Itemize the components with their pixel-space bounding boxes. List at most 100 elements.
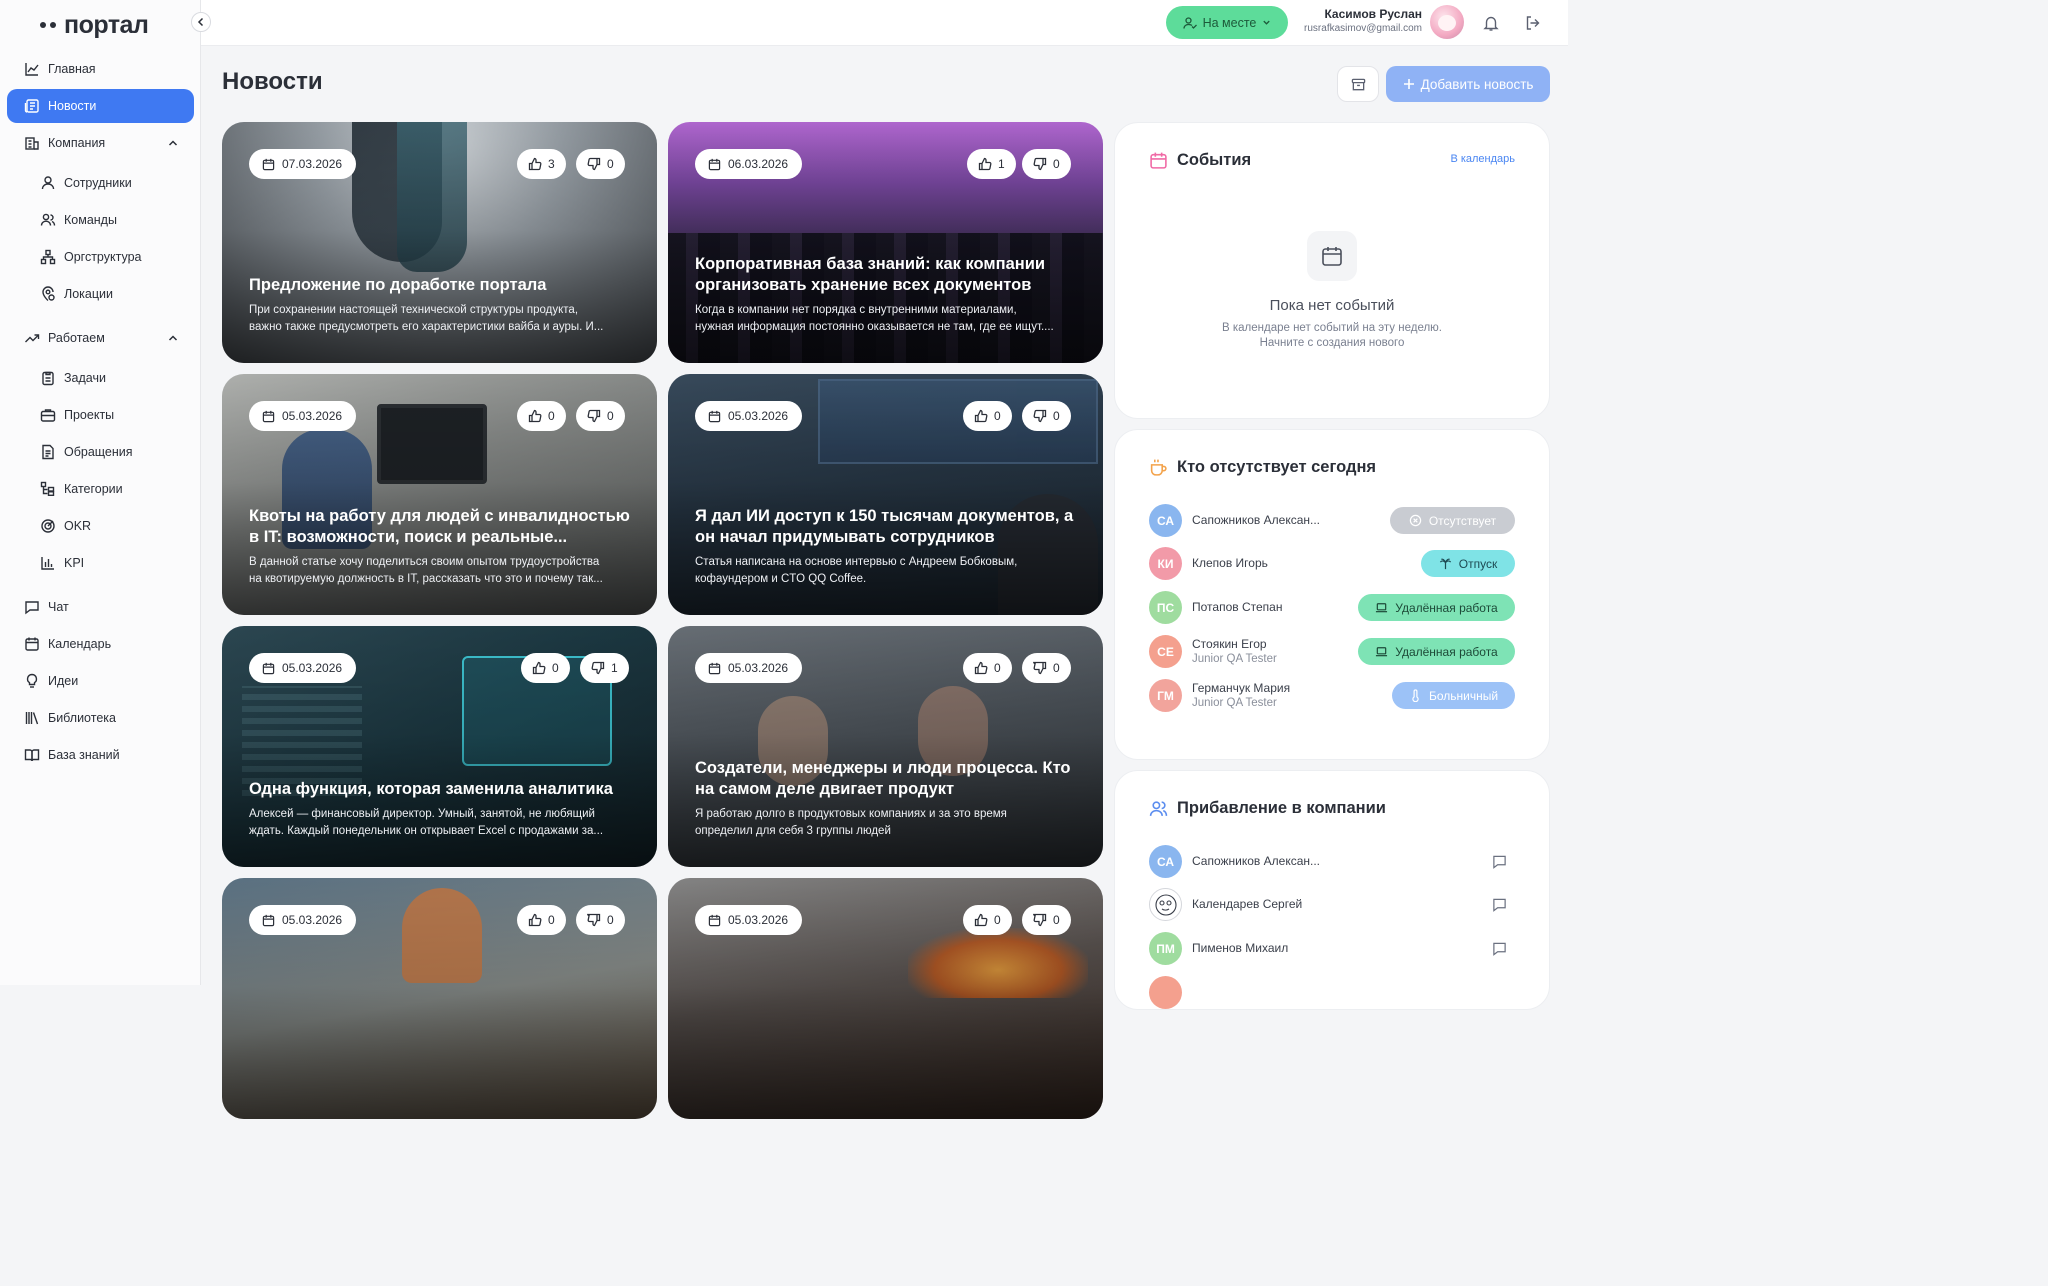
absent-panel: Кто отсутствует сегодня СА Сапожников Ал… bbox=[1114, 429, 1550, 760]
empty-calendar-icon bbox=[1307, 231, 1357, 281]
news-card[interactable]: 05.03.2026 0 0 Я дал ИИ доступ к 150 тыс… bbox=[668, 374, 1103, 615]
chevron-up-icon[interactable] bbox=[166, 331, 180, 345]
user-avatar[interactable] bbox=[1430, 5, 1464, 39]
archive-button[interactable] bbox=[1337, 66, 1379, 102]
presence-status-dropdown[interactable]: На месте bbox=[1166, 6, 1288, 39]
calendar-icon bbox=[262, 410, 275, 422]
absent-person-row[interactable]: ПС Потапов Степан Удалённая работа bbox=[1149, 591, 1515, 625]
dislike-button[interactable]: 0 bbox=[576, 401, 625, 431]
news-title: Квоты на работу для людей с инвалидность… bbox=[249, 507, 630, 546]
like-button[interactable]: 3 bbox=[517, 149, 566, 179]
collapse-sidebar-button[interactable] bbox=[191, 12, 211, 32]
plus-icon bbox=[1403, 79, 1414, 89]
sidebar-item-news[interactable]: Новости bbox=[7, 89, 194, 123]
sidebar-item-knowledge-base[interactable]: База знаний bbox=[24, 738, 194, 772]
dislike-button[interactable]: 0 bbox=[576, 905, 625, 935]
dislike-button[interactable]: 0 bbox=[576, 149, 625, 179]
news-desc: В данной статье хочу поделиться своим оп… bbox=[249, 556, 600, 568]
dislike-button[interactable]: 0 bbox=[1022, 401, 1071, 431]
chevron-up-icon[interactable] bbox=[166, 136, 180, 150]
news-card[interactable]: 05.03.2026 0 1 Одна функция, которая зам… bbox=[222, 626, 657, 867]
message-icon[interactable] bbox=[1492, 854, 1507, 869]
sidebar-item-label: Сотрудники bbox=[64, 176, 132, 190]
thumbs-down-icon bbox=[1033, 157, 1047, 171]
building-icon bbox=[25, 137, 39, 150]
logo-text: портал bbox=[64, 10, 149, 39]
sidebar-item-work[interactable]: Работаем bbox=[24, 321, 194, 355]
document-icon bbox=[42, 444, 54, 460]
newcomer-row[interactable]: ПМ Пименов Михаил bbox=[1149, 932, 1515, 966]
dislike-button[interactable]: 0 bbox=[1022, 905, 1071, 935]
news-date: 05.03.2026 bbox=[695, 653, 803, 683]
newcomers-panel: Прибавление в компании СА Сапожников Але… bbox=[1114, 770, 1550, 1010]
avatar: ПС bbox=[1149, 591, 1182, 624]
like-button[interactable]: 0 bbox=[963, 401, 1012, 431]
absent-person-row[interactable]: СА Сапожников Алексан... Отсутствует bbox=[1149, 504, 1515, 538]
sidebar-item-locations[interactable]: Локации bbox=[40, 277, 194, 311]
category-tree-icon bbox=[40, 481, 55, 497]
newcomer-row[interactable]: Календарев Сергей bbox=[1149, 888, 1515, 922]
message-icon[interactable] bbox=[1492, 897, 1507, 912]
like-button[interactable]: 0 bbox=[517, 401, 566, 431]
sidebar-item-projects[interactable]: Проекты bbox=[40, 398, 194, 432]
dislike-button[interactable]: 1 bbox=[580, 653, 629, 683]
news-card[interactable]: 07.03.2026 3 0 Предложение по доработке … bbox=[222, 122, 657, 363]
news-card[interactable]: 05.03.2026 0 0 bbox=[222, 878, 657, 1119]
news-card[interactable]: 06.03.2026 1 0 Корпоративная база знаний… bbox=[668, 122, 1103, 363]
status-badge: Удалённая работа bbox=[1358, 594, 1515, 621]
sidebar-item-calendar[interactable]: Календарь bbox=[24, 627, 194, 661]
logout-icon[interactable] bbox=[1524, 14, 1542, 32]
bell-icon[interactable] bbox=[1482, 14, 1500, 32]
open-calendar-link[interactable]: В календарь bbox=[1450, 153, 1515, 165]
sidebar-item-label: Работаем bbox=[48, 331, 105, 345]
news-desc: При сохранении настоящей технической стр… bbox=[249, 304, 579, 316]
news-card[interactable]: 05.03.2026 0 0 bbox=[668, 878, 1103, 1119]
sidebar-item-categories[interactable]: Категории bbox=[40, 472, 194, 506]
thumbs-up-icon bbox=[974, 661, 988, 675]
sidebar-item-okr[interactable]: OKR bbox=[40, 509, 194, 543]
sidebar-item-kpi[interactable]: KPI bbox=[40, 546, 194, 580]
absent-person-row[interactable]: КИ Клепов Игорь Отпуск bbox=[1149, 547, 1515, 581]
sidebar-item-label: OKR bbox=[64, 519, 92, 533]
add-news-button[interactable]: Добавить новость bbox=[1386, 66, 1550, 102]
sidebar-item-home[interactable]: Главная bbox=[24, 52, 194, 86]
user-name: Касимов Руслан bbox=[1324, 7, 1422, 21]
sidebar-item-orgchart[interactable]: Оргструктура bbox=[40, 240, 194, 274]
news-desc: Я работаю долго в продуктовых компаниях … bbox=[695, 808, 1007, 820]
dislike-button[interactable]: 0 bbox=[1022, 653, 1071, 683]
absent-person-row[interactable]: ГМ Германчук Мария Junior QA Tester Боль… bbox=[1149, 679, 1515, 713]
news-date-text: 05.03.2026 bbox=[282, 409, 343, 423]
news-card[interactable]: 05.03.2026 0 0 Создатели, менеджеры и лю… bbox=[668, 626, 1103, 867]
dislike-button[interactable]: 0 bbox=[1022, 149, 1071, 179]
sidebar-item-library[interactable]: Библиотека bbox=[24, 701, 194, 735]
user-info[interactable]: Касимов Руслан rusrafkasimov@gmail.com bbox=[1304, 7, 1422, 34]
sidebar-item-chat[interactable]: Чат bbox=[24, 590, 194, 624]
sidebar-item-ideas[interactable]: Идеи bbox=[24, 664, 194, 698]
like-button[interactable]: 0 bbox=[517, 905, 566, 935]
message-icon[interactable] bbox=[1492, 941, 1507, 956]
x-circle-icon bbox=[1409, 514, 1422, 527]
like-button[interactable]: 0 bbox=[963, 653, 1012, 683]
sidebar-item-tasks[interactable]: Задачи bbox=[40, 361, 194, 395]
status-badge-label: Удалённая работа bbox=[1395, 600, 1498, 615]
like-button[interactable]: 0 bbox=[963, 905, 1012, 935]
calendar-icon bbox=[708, 158, 721, 170]
calendar-icon bbox=[25, 637, 39, 651]
laptop-icon bbox=[1376, 647, 1388, 657]
sidebar-item-label: Библиотека bbox=[48, 711, 116, 725]
person-name: Клепов Игорь bbox=[1192, 556, 1268, 570]
logo[interactable]: портал bbox=[40, 10, 149, 40]
like-button[interactable]: 0 bbox=[521, 653, 570, 683]
sidebar-item-requests[interactable]: Обращения bbox=[40, 435, 194, 469]
events-empty-line: В календаре нет событий на эту неделю. bbox=[1221, 322, 1442, 334]
news-desc: важно также предусмотреть его характерис… bbox=[249, 321, 604, 333]
sidebar-item-employees[interactable]: Сотрудники bbox=[40, 166, 194, 200]
like-button[interactable]: 1 bbox=[967, 149, 1016, 179]
sidebar-item-company[interactable]: Компания bbox=[24, 126, 194, 160]
coffee-cup-icon bbox=[1150, 459, 1167, 476]
sidebar-item-teams[interactable]: Команды bbox=[40, 203, 194, 237]
newcomer-row[interactable]: СА Сапожников Алексан... bbox=[1149, 845, 1515, 879]
news-card[interactable]: 05.03.2026 0 0 Квоты на работу для людей… bbox=[222, 374, 657, 615]
absent-person-row[interactable]: СЕ Стоякин Егор Junior QA Tester Удалённ… bbox=[1149, 635, 1515, 669]
person-name: Пименов Михаил bbox=[1192, 941, 1289, 955]
